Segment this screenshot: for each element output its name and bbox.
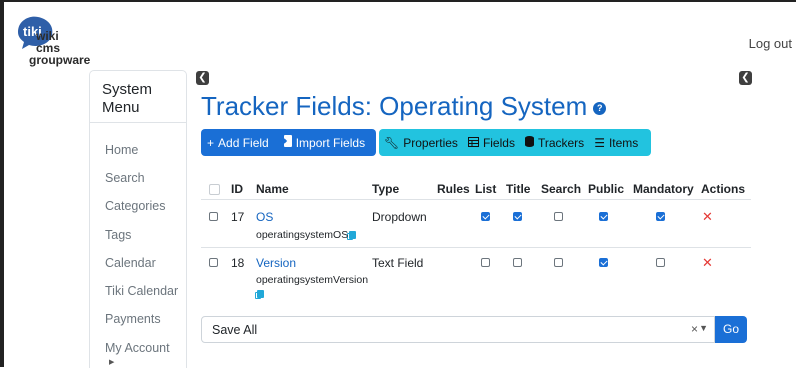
column-header-public[interactable]: Public xyxy=(588,182,624,196)
wrench-icon: 🔧︎ xyxy=(384,135,400,150)
caret-right-icon[interactable]: ▶ xyxy=(109,358,114,366)
header-divider xyxy=(201,199,751,200)
sidebar-item-my-account[interactable]: My Account xyxy=(105,341,170,355)
add-field-button[interactable]: + Add Field xyxy=(201,129,275,156)
table-icon xyxy=(467,136,479,150)
sidebar-title-line2: Menu xyxy=(102,99,140,116)
column-header-id[interactable]: ID xyxy=(231,182,243,196)
import-icon xyxy=(280,135,292,150)
collapse-right-toggle-icon[interactable]: ❮ xyxy=(739,71,752,85)
sidebar-item-tiki-calendar[interactable]: Tiki Calendar xyxy=(105,284,178,298)
window-top-border xyxy=(0,0,796,5)
copy-icon[interactable] xyxy=(255,290,264,300)
sidebar-item-tags[interactable]: Tags xyxy=(105,228,131,242)
fields-label: Fields xyxy=(482,135,515,150)
field-permname: operatingsystemVersion xyxy=(256,274,369,286)
delete-field-icon[interactable]: ✕ xyxy=(702,255,713,271)
column-header-list[interactable]: List xyxy=(475,182,496,196)
row-divider xyxy=(201,247,751,248)
column-header-name[interactable]: Name xyxy=(256,182,289,196)
column-header-actions[interactable]: Actions xyxy=(701,182,745,196)
sidebar-item-calendar[interactable]: Calendar xyxy=(105,256,156,270)
help-icon[interactable]: ? xyxy=(593,101,607,115)
row-select-checkbox[interactable] xyxy=(209,258,218,267)
mandatory-checkbox[interactable] xyxy=(656,212,665,221)
search-checkbox[interactable] xyxy=(554,212,563,221)
list-checkbox[interactable] xyxy=(481,212,490,221)
page-title: Tracker Fields: Operating System? xyxy=(201,91,607,122)
go-button[interactable]: Go xyxy=(715,316,747,343)
fields-button[interactable]: Fields xyxy=(463,129,520,156)
add-field-label: Add Field xyxy=(218,135,269,150)
mandatory-checkbox[interactable] xyxy=(656,258,665,267)
copy-icon-wrapper xyxy=(255,288,264,300)
title-checkbox[interactable] xyxy=(513,258,522,267)
page-title-text: Tracker Fields: Operating System xyxy=(201,91,588,121)
database-icon xyxy=(524,135,534,150)
chevron-down-icon[interactable]: ▼ xyxy=(699,323,708,333)
sidebar-item-search[interactable]: Search xyxy=(105,171,145,185)
row-id: 17 xyxy=(231,210,245,224)
secondary-button-group: 🔧︎ Properties Fields Trackers ☰ Items xyxy=(379,129,651,156)
import-fields-label: Import Fields xyxy=(295,135,366,150)
collapse-left-toggle-icon[interactable]: ❮ xyxy=(196,71,209,85)
field-permname: operatingsystemOS xyxy=(256,229,357,241)
clear-icon[interactable]: × xyxy=(691,322,698,336)
sidebar-item-categories[interactable]: Categories xyxy=(105,199,165,213)
logout-link[interactable]: Log out xyxy=(749,36,792,51)
row-id: 18 xyxy=(231,256,245,270)
field-name-link[interactable]: Version xyxy=(256,256,296,270)
tiki-logo[interactable]: tiki wiki cms groupware xyxy=(16,14,126,66)
title-checkbox[interactable] xyxy=(513,212,522,221)
sidebar-title: System Menu xyxy=(102,81,152,117)
column-header-title[interactable]: Title xyxy=(506,182,530,196)
sidebar-item-home[interactable]: Home xyxy=(105,143,138,157)
search-checkbox[interactable] xyxy=(554,258,563,267)
system-menu-sidebar: System Menu Home Search Categories Tags … xyxy=(89,70,187,368)
primary-button-group: + Add Field Import Fields xyxy=(201,129,376,156)
trackers-button[interactable]: Trackers xyxy=(520,129,589,156)
field-type: Text Field xyxy=(372,256,424,270)
sidebar-divider xyxy=(90,122,186,123)
select-all-checkbox[interactable] xyxy=(209,184,220,195)
plus-icon: + xyxy=(207,135,215,150)
column-header-search[interactable]: Search xyxy=(541,182,581,196)
field-permname-text: operatingsystemOS xyxy=(256,229,349,241)
import-fields-button[interactable]: Import Fields xyxy=(275,129,371,156)
logo-word-groupware: groupware xyxy=(29,53,91,67)
window-left-border xyxy=(0,0,5,367)
sidebar-item-payments[interactable]: Payments xyxy=(105,312,161,326)
delete-field-icon[interactable]: ✕ xyxy=(702,209,713,225)
properties-button[interactable]: 🔧︎ Properties xyxy=(379,129,463,156)
logo-wordmark: wiki cms groupware xyxy=(29,30,90,66)
items-label: Items xyxy=(608,135,639,150)
copy-icon[interactable] xyxy=(347,231,357,241)
public-checkbox[interactable] xyxy=(599,212,608,221)
properties-label: Properties xyxy=(403,135,458,150)
row-select-checkbox[interactable] xyxy=(209,212,218,221)
sidebar-title-line1: System xyxy=(102,81,153,98)
public-checkbox[interactable] xyxy=(599,258,608,267)
items-button[interactable]: ☰ Items xyxy=(589,129,643,156)
field-type: Dropdown xyxy=(372,210,427,224)
list-checkbox[interactable] xyxy=(481,258,490,267)
trackers-label: Trackers xyxy=(537,135,585,150)
column-header-mandatory[interactable]: Mandatory xyxy=(633,182,694,196)
list-icon: ☰ xyxy=(594,135,605,150)
column-header-type[interactable]: Type xyxy=(372,182,399,196)
bulk-action-select[interactable]: Save All × ▼ xyxy=(201,316,715,343)
column-header-rules[interactable]: Rules xyxy=(437,182,470,196)
field-name-link[interactable]: OS xyxy=(256,210,273,224)
bulk-action-value: Save All xyxy=(212,323,258,337)
